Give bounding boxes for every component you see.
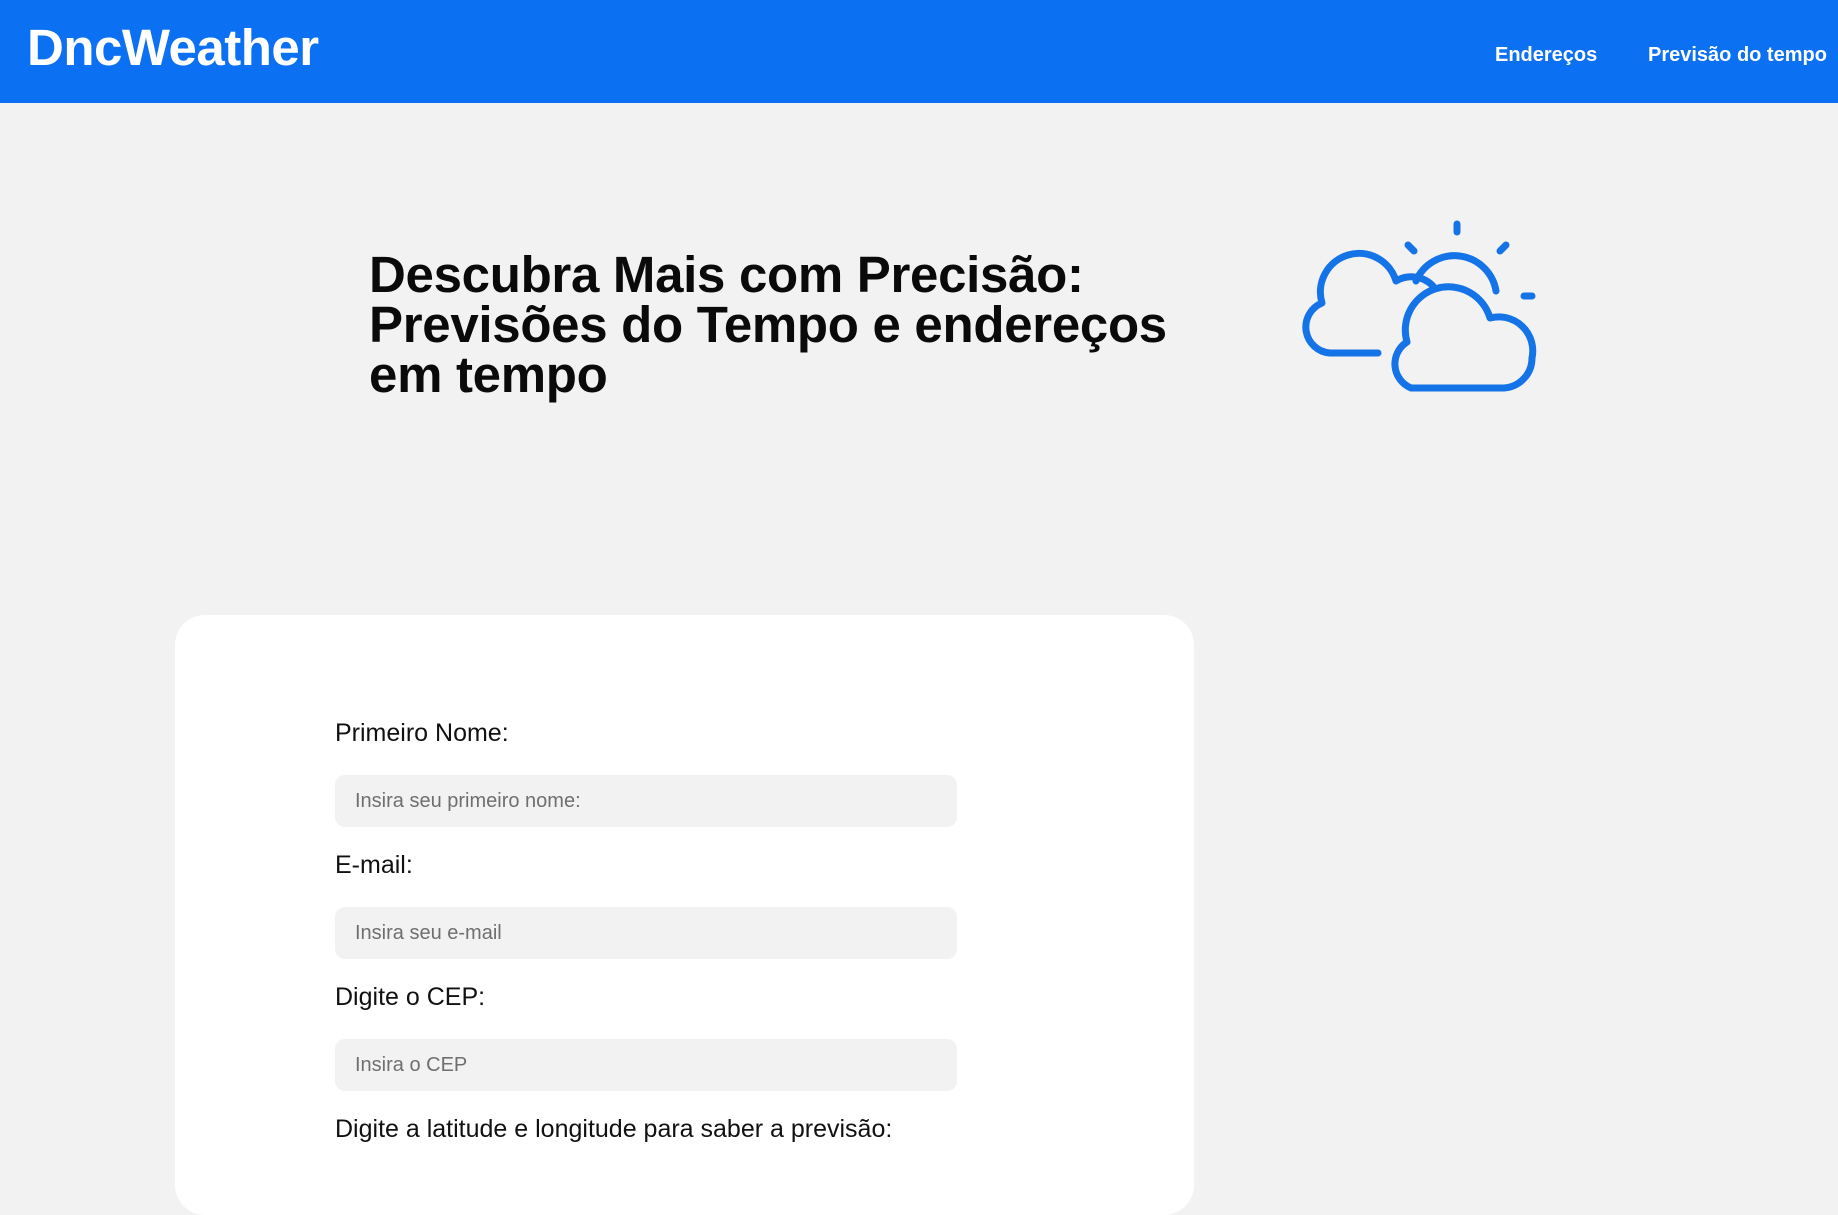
top-navbar: DncWeather Endereços Previsão do tempo [0, 0, 1838, 103]
first-name-input[interactable] [335, 775, 957, 827]
app-logo[interactable]: DncWeather [27, 16, 319, 80]
hero-title-line: Previsões do Tempo e endereços [369, 296, 1167, 353]
hero-title: Descubra Mais com Precisão: Previsões do… [369, 246, 1229, 403]
first-name-label: Primeiro Nome: [335, 719, 509, 747]
nav-link-enderecos[interactable]: Endereços [1495, 44, 1597, 67]
cloud-sun-icon [1302, 220, 1537, 392]
cep-input[interactable] [335, 1039, 957, 1091]
hero-title-line: em tempo [369, 346, 608, 403]
coords-label: Digite a latitude e longitude para saber… [335, 1115, 893, 1143]
nav-link-previsao[interactable]: Previsão do tempo [1648, 44, 1827, 67]
hero-title-line: Descubra Mais com Precisão: [369, 246, 1084, 303]
email-input[interactable] [335, 907, 957, 959]
cep-label: Digite o CEP: [335, 983, 486, 1011]
email-label: E-mail: [335, 851, 413, 879]
